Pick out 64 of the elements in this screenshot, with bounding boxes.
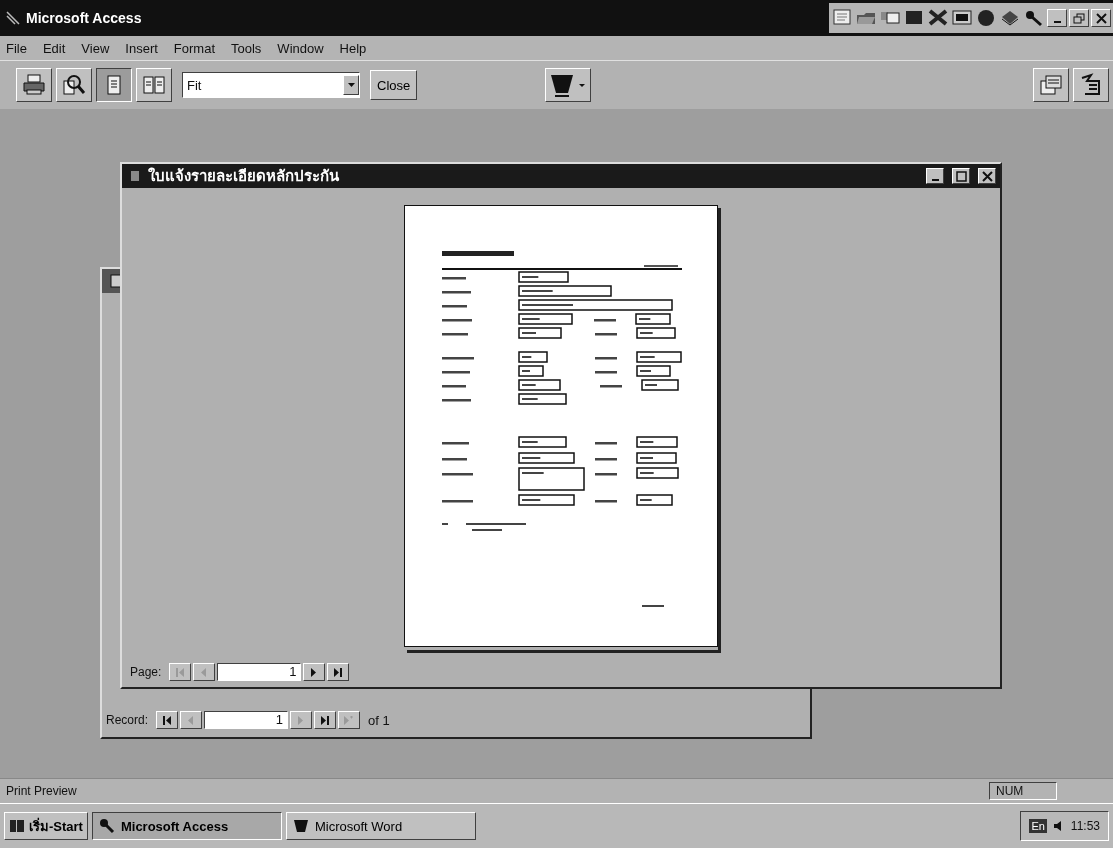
record-count: of 1: [368, 712, 390, 728]
close-button[interactable]: [978, 168, 996, 184]
menu-item[interactable]: View: [81, 40, 110, 56]
previous-arrow-icon: [200, 667, 209, 677]
next-arrow-icon: [310, 667, 319, 677]
two-pages-icon: [142, 73, 166, 97]
taskbar-button[interactable]: Microsoft Word: [285, 812, 476, 840]
app-icon: [6, 11, 20, 25]
start-button[interactable]: เริ่ม-Start: [4, 812, 88, 840]
zoom-combo[interactable]: Fit: [182, 72, 360, 98]
report-icon: [130, 170, 140, 182]
publish-word-button[interactable]: [545, 68, 592, 102]
num-lock-indicator: NUM: [989, 782, 1057, 800]
navigation-label: Record:: [106, 713, 149, 727]
close-icon: [1095, 12, 1107, 24]
menu-item[interactable]: Help: [339, 40, 367, 56]
window-title: Microsoft Access: [26, 10, 143, 26]
first-record-icon: [176, 667, 185, 677]
close-icon: [981, 170, 993, 182]
menu-item[interactable]: Format: [173, 40, 215, 56]
new-object-button[interactable]: [1073, 68, 1109, 102]
minimize-icon: [1053, 21, 1061, 23]
database-window-button[interactable]: [1033, 68, 1069, 102]
printer-icon: [22, 73, 46, 97]
zoom-button[interactable]: [56, 68, 92, 102]
navigation-label: Page:: [130, 665, 162, 679]
caret-icon: [347, 83, 355, 87]
next-arrow-button[interactable]: [303, 663, 326, 681]
first-record-button[interactable]: [156, 711, 179, 729]
last-record-icon: [321, 715, 330, 725]
close-preview-button[interactable]: Close: [370, 70, 418, 100]
restore-icon: [1073, 12, 1085, 24]
restore-button[interactable]: [1069, 9, 1089, 27]
window-title: ใบแจ้งรายละเอียดหลักประกัน: [148, 166, 340, 186]
maximize-icon: [955, 170, 967, 182]
dropdown-button[interactable]: [343, 75, 359, 95]
record-number-field[interactable]: 1: [204, 711, 289, 729]
taskbar-button[interactable]: Microsoft Access: [91, 812, 282, 840]
menu-item[interactable]: Tools: [231, 40, 262, 56]
minimize-button[interactable]: [926, 168, 944, 184]
minimize-button[interactable]: [1047, 9, 1067, 27]
status-text: Print Preview: [6, 784, 78, 798]
maximize-button[interactable]: [952, 168, 970, 184]
new-record-icon: [344, 715, 355, 725]
last-record-button[interactable]: [314, 711, 337, 729]
windows-icon: [1039, 73, 1063, 97]
record-number-field[interactable]: 1: [217, 663, 302, 681]
clock: 11:53: [1070, 819, 1100, 833]
close-button[interactable]: [1091, 9, 1111, 27]
language-indicator[interactable]: En: [1029, 819, 1047, 833]
next-arrow-icon: [297, 715, 306, 725]
one-page-button[interactable]: [96, 68, 132, 102]
menu-item[interactable]: File: [6, 40, 27, 56]
print-button[interactable]: [16, 68, 52, 102]
two-pages-button[interactable]: [136, 68, 172, 102]
menu-item[interactable]: Window: [277, 40, 324, 56]
last-record-icon: [334, 667, 343, 677]
minimize-icon: [931, 178, 939, 181]
first-record-icon: [163, 715, 172, 725]
menu-item[interactable]: Edit: [42, 40, 66, 56]
magnifier-icon: [62, 73, 86, 97]
last-record-button[interactable]: [327, 663, 350, 681]
previous-arrow-icon: [187, 715, 196, 725]
menu-item[interactable]: Insert: [125, 40, 158, 56]
